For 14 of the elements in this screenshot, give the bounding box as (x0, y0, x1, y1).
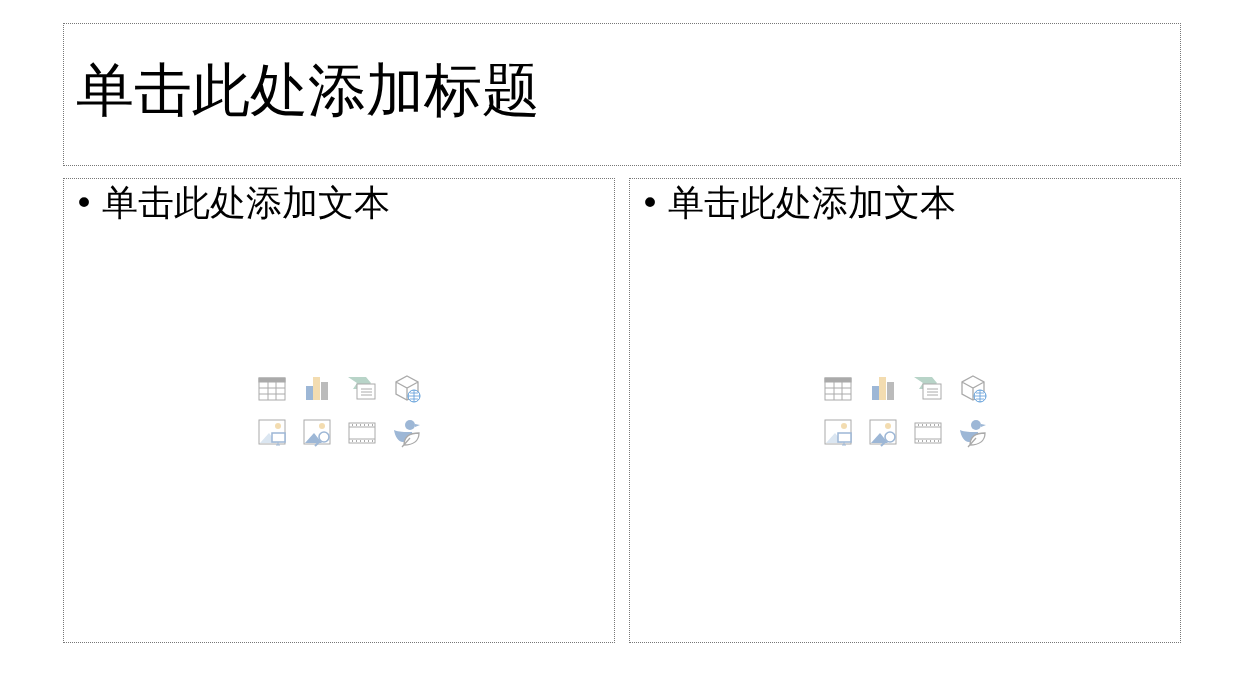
body-text: 单击此处添加文本 (668, 181, 957, 225)
content-placeholder[interactable]: • 单击此处添加文本 (63, 178, 615, 643)
bird-leaf-icon[interactable] (957, 417, 988, 448)
body-text: 单击此处添加文本 (102, 181, 391, 225)
picture-search-icon[interactable] (867, 417, 898, 448)
picture-screen-icon[interactable] (822, 417, 853, 448)
title-placeholder[interactable]: 单击此处添加标题 (63, 23, 1181, 166)
title-text: 单击此处添加标题 (76, 58, 540, 123)
picture-search-icon[interactable] (301, 417, 332, 448)
picture-screen-icon[interactable] (256, 417, 287, 448)
bird-leaf-icon[interactable] (391, 417, 422, 448)
bullet: • (640, 183, 661, 224)
bullet: • (74, 183, 95, 224)
content-placeholder[interactable]: • 单击此处添加文本 (629, 178, 1181, 643)
